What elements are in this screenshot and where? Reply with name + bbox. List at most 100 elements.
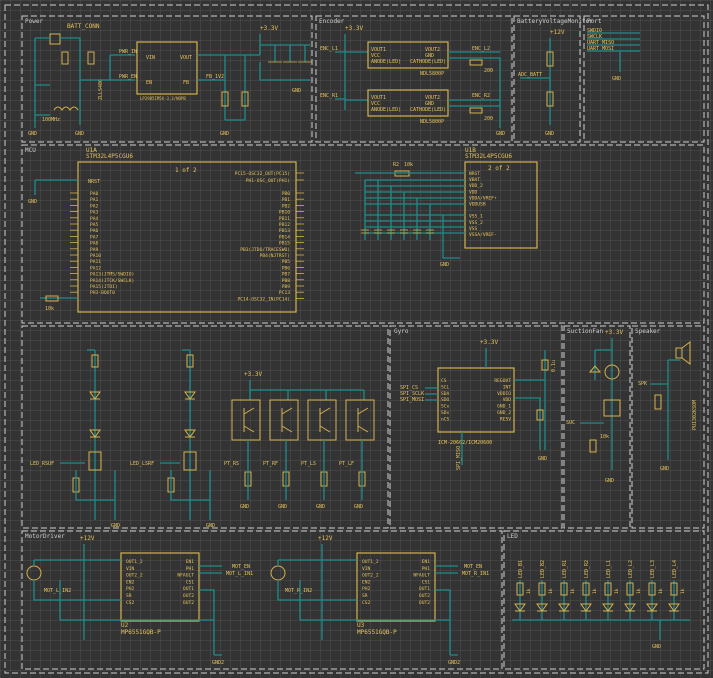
svg-text:LED_RSUF: LED_RSUF — [30, 461, 54, 467]
motor-driver-right-pin-label: CS1 — [186, 579, 195, 585]
phototransistor-body — [269, 399, 299, 441]
motor-driver-left-pin-label: VIN — [126, 566, 135, 572]
phototransistor-icon — [281, 407, 293, 433]
u1a-right-pin-label: PB13 — [279, 228, 290, 234]
u1a-left-pin-label: PA14(JTCK/SWCLK) — [90, 278, 134, 284]
u1a-left-pin-label: PA12 — [90, 265, 101, 271]
gyro-section: Gyro — [389, 325, 563, 529]
u1a-left-pin-label: PA8 — [90, 241, 99, 247]
u1a-left-pin-label: PH3-BOOT0 — [90, 290, 115, 296]
motor-driver-right-pin-label: NFAULT — [413, 573, 430, 579]
phototransistor-icon — [243, 407, 255, 433]
svg-text:MP6551GQB-P: MP6551GQB-P — [357, 629, 397, 636]
led-net-label: LED_B2 — [540, 560, 546, 578]
svg-text:+3.3V: +3.3V — [480, 339, 498, 346]
regulator-ic — [136, 41, 198, 95]
u1b-pin-label: VDD_2 — [469, 183, 483, 189]
u1b-pin-label: VDDA/VREF+ — [469, 195, 497, 201]
u1a-left-pin-label: PA4 — [90, 216, 99, 222]
schematic-sheet: Power Encoder BatteryVoltageMonitor Port… — [0, 0, 713, 678]
svg-text:EN: EN — [146, 80, 152, 86]
svg-text:ENC_L2: ENC_L2 — [472, 46, 490, 52]
gyro-left-pin-label: CS — [441, 378, 447, 384]
svg-text:Power: Power — [25, 18, 43, 25]
gnd-label: GND — [111, 523, 120, 529]
svg-text:Gyro: Gyro — [394, 328, 409, 335]
led-resistor-value: 1k — [680, 588, 686, 594]
svg-text:VIN: VIN — [146, 55, 155, 61]
svg-text:PWR_IN: PWR_IN — [119, 49, 137, 55]
u1a-right-pin-label: PB11 — [279, 216, 290, 222]
gnd-label: GND — [354, 504, 363, 510]
u1b-pin-label: VDD — [469, 189, 478, 195]
u1a-right-pins: PC15-OSC32_OUT(PC15)PH1-OSC_OUT(PH1)PB0P… — [235, 171, 304, 302]
u1a-right-pin-label: PB12 — [279, 222, 290, 228]
gyro-right-pin-label: VDDIO — [497, 391, 511, 397]
svg-text:MOT_L_IN1: MOT_L_IN1 — [226, 571, 253, 577]
motor-driver-right-pin-label: OUT2 — [183, 600, 194, 606]
svg-text:10k: 10k — [600, 434, 609, 440]
u1b-pins: NRSTVBATVDD_2VDDVDDA/VREF+VDDUSBVSS_1VSS… — [469, 171, 497, 238]
u1a-right-pin-label: PC15-OSC32_OUT(PC15) — [235, 171, 290, 177]
led-net-label: LED_L4 — [672, 560, 678, 578]
svg-text:ANODE(LED): ANODE(LED) — [371, 59, 401, 65]
svg-text:+3.3V: +3.3V — [345, 25, 363, 32]
motor-driver-right-pin-label: EN1 — [422, 559, 431, 565]
led-resistor-value: 1k — [526, 588, 532, 594]
svg-text:100MHz: 100MHz — [42, 117, 60, 123]
svg-text:GND: GND — [652, 644, 661, 650]
svg-text:BATT_CONN: BATT_CONN — [67, 23, 100, 30]
right-motor-icon — [270, 565, 286, 581]
suction-section: SuctionFan — [563, 325, 631, 529]
u1a-right-pin-label: PC14-OSC32_IN(PC14) — [237, 296, 290, 302]
svg-text:LED_LSRF: LED_LSRF — [130, 461, 154, 467]
led-net-label: LED_B1 — [518, 560, 524, 578]
u1a-left-pin-label: PA10 — [90, 253, 101, 259]
svg-text:+3.3V: +3.3V — [605, 329, 623, 336]
svg-text:GND: GND — [496, 131, 505, 137]
u1a-left-pin-label: PA13(JTMS/SWDIO) — [90, 272, 134, 278]
power-section: Power — [21, 15, 313, 143]
svg-text:GND: GND — [605, 478, 614, 484]
svg-text:1 of 2: 1 of 2 — [175, 167, 197, 174]
svg-text:ICM-20602/ICM20600: ICM-20602/ICM20600 — [438, 440, 492, 446]
u1a-left-pin-label: PA2 — [90, 203, 99, 209]
phototransistor-body — [231, 399, 261, 441]
svg-text:NDL5800P: NDL5800P — [420, 71, 444, 77]
svg-text:ZLLS400: ZLLS400 — [98, 79, 104, 100]
u1a-right-pin-label: PB4(NJTRST) — [260, 253, 290, 259]
led-resistor-value: 1k — [548, 588, 554, 594]
u1b-pin-label: VSS_2 — [469, 220, 483, 226]
u1a-right-pin-label: PB8 — [282, 278, 291, 284]
u1a-right-pin-label: PB14 — [279, 234, 290, 240]
gyro-left-pin-label: SDx — [441, 410, 450, 416]
svg-text:200: 200 — [484, 68, 493, 74]
motor-driver-right-pin-label: NFAULT — [177, 573, 194, 579]
u1a-left-pin-label: PA11 — [90, 259, 101, 265]
svg-text:SPK: SPK — [638, 381, 647, 387]
svg-text:GND: GND — [545, 131, 554, 137]
u1a-right-pin-label: PC13 — [279, 290, 290, 296]
motor-driver-right-pin-label: CS1 — [422, 579, 431, 585]
svg-text:SUC: SUC — [566, 420, 575, 426]
gyro-left-pin-label: SDA — [441, 391, 450, 397]
svg-text:VOUT: VOUT — [180, 55, 192, 61]
motor-driver-left-pin-label: OUT2_2 — [362, 573, 379, 579]
led-net-label: LED_L2 — [628, 560, 634, 578]
svg-text:U2: U2 — [121, 622, 129, 629]
gyro-right-pin-label: RESV — [500, 416, 511, 422]
svg-text:GND2: GND2 — [212, 660, 224, 666]
led-array: LED_B1 1k LED_B2 1k LED_R1 1k LED_R2 1k LED_L1 1k… — [512, 560, 690, 650]
svg-text:FB: FB — [183, 80, 189, 86]
u1a-right-pin-label: PB9 — [282, 284, 291, 290]
ir-sensor-circuit: GND GND LED_RSUF LED_LSRF +3.3V GND GND GND… — [30, 349, 375, 529]
gyro-left-pin-label: SCx — [441, 404, 450, 410]
svg-text:MOT_R_IN2: MOT_R_IN2 — [285, 588, 312, 594]
motor-driver-left-pin-label: OUT1_2 — [362, 559, 379, 565]
led-resistor-value: 1k — [570, 588, 576, 594]
gyro-right-pin-label: GND_2 — [497, 410, 511, 416]
svg-text:GND: GND — [612, 76, 621, 82]
svg-text:Port: Port — [587, 18, 602, 25]
led-net-label: LED_R2 — [584, 560, 590, 578]
u1a-right-pin-label: PB1 — [282, 197, 291, 203]
